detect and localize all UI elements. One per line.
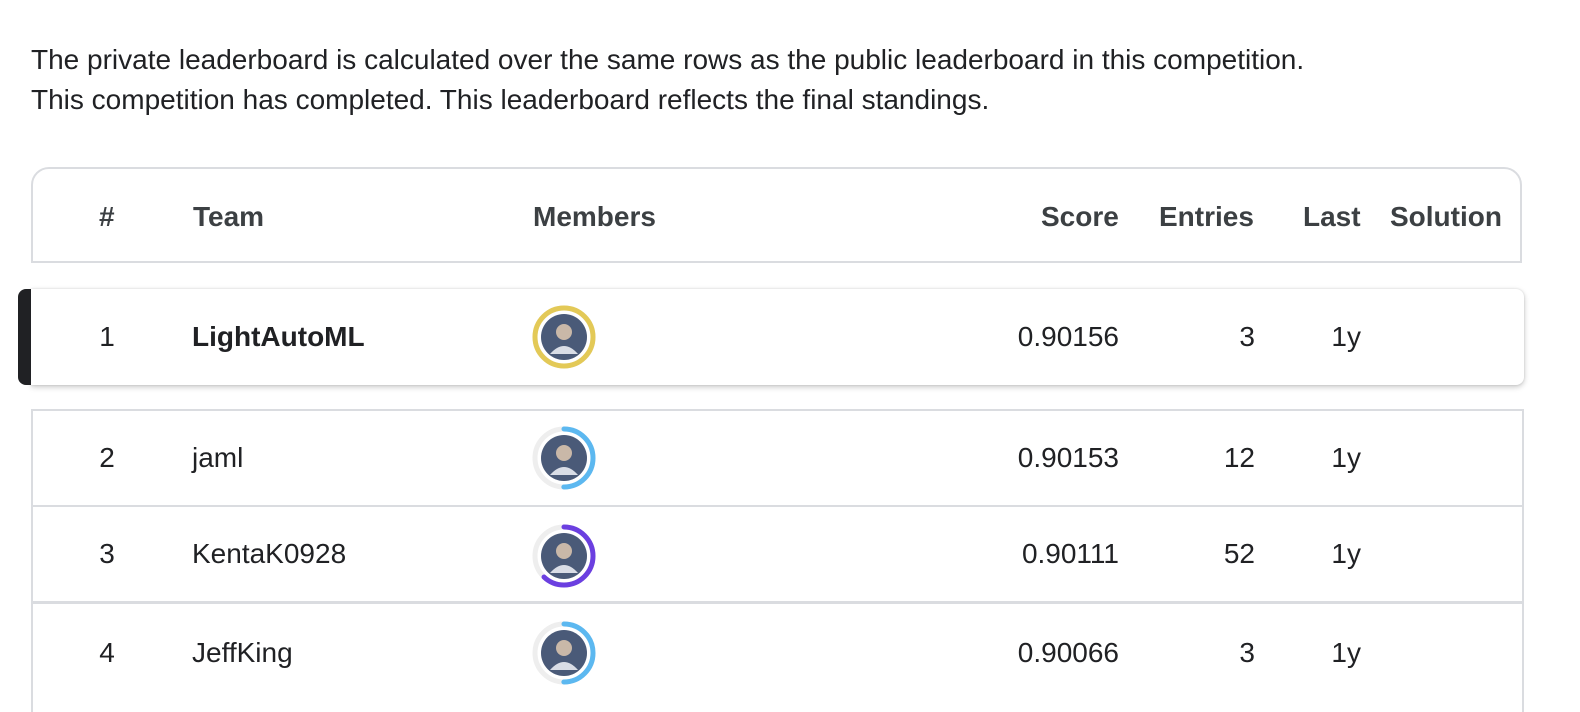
user-avatar-icon (532, 621, 596, 685)
leaderboard-row[interactable]: 1 LightAutoML 0.90156 3 1y (18, 289, 1524, 385)
score-cell: 0.90156 (1017, 321, 1119, 352)
score-cell: 0.90111 (1021, 538, 1119, 569)
entries-cell: 3 (1239, 321, 1255, 352)
entries-cell: 12 (1223, 442, 1255, 473)
column-header-solution: Solution (1390, 201, 1502, 232)
leaderboard-notice: The private leaderboard is calculated ov… (31, 40, 1304, 120)
column-header-entries: Entries (1159, 201, 1254, 232)
user-avatar-icon (532, 524, 596, 588)
team-name[interactable]: LightAutoML (192, 289, 365, 385)
rank-cell: 1 (99, 321, 115, 352)
notice-line-2: This competition has completed. This lea… (31, 84, 990, 115)
entries-cell: 3 (1239, 637, 1255, 668)
last-submission-cell: 1y (1331, 637, 1361, 668)
avatar-head (556, 324, 572, 340)
user-avatar[interactable] (531, 304, 597, 370)
column-header-score: Score (1041, 201, 1119, 232)
score-cell: 0.90153 (1017, 442, 1119, 473)
leaderboard-row[interactable]: 4 JeffKing 0.90066 3 1y (31, 602, 1524, 712)
rank-cell: 4 (99, 637, 115, 668)
team-name[interactable]: JeffKing (192, 604, 293, 702)
leaderboard-header: # Team Members Score Entries Last Soluti… (31, 167, 1522, 263)
avatar-head (556, 543, 572, 559)
column-header-members: Members (533, 201, 656, 232)
score-cell: 0.90066 (1017, 637, 1119, 668)
team-name[interactable]: KentaK0928 (192, 507, 346, 601)
user-avatar-icon (532, 426, 596, 490)
current-team-marker (18, 289, 31, 385)
avatar-head (556, 640, 572, 656)
leaderboard-row[interactable]: 3 KentaK0928 0.90111 52 1y (31, 505, 1524, 603)
column-header-team: Team (193, 201, 265, 232)
column-header-rank: # (99, 201, 115, 232)
leaderboard-page: The private leaderboard is calculated ov… (0, 0, 1580, 712)
column-header-last: Last (1303, 201, 1361, 232)
rank-cell: 3 (99, 538, 115, 569)
user-avatar[interactable] (531, 620, 597, 686)
last-submission-cell: 1y (1331, 442, 1361, 473)
user-avatar-icon (532, 305, 596, 369)
last-submission-cell: 1y (1331, 538, 1361, 569)
avatar-head (556, 445, 572, 461)
team-name[interactable]: jaml (192, 411, 243, 505)
notice-line-1: The private leaderboard is calculated ov… (31, 44, 1305, 75)
rank-cell: 2 (99, 442, 115, 473)
user-avatar[interactable] (531, 425, 597, 491)
leaderboard-row[interactable]: 2 jaml 0.90153 12 1y (31, 409, 1524, 507)
user-avatar[interactable] (531, 523, 597, 589)
entries-cell: 52 (1223, 538, 1255, 569)
last-submission-cell: 1y (1331, 321, 1361, 352)
